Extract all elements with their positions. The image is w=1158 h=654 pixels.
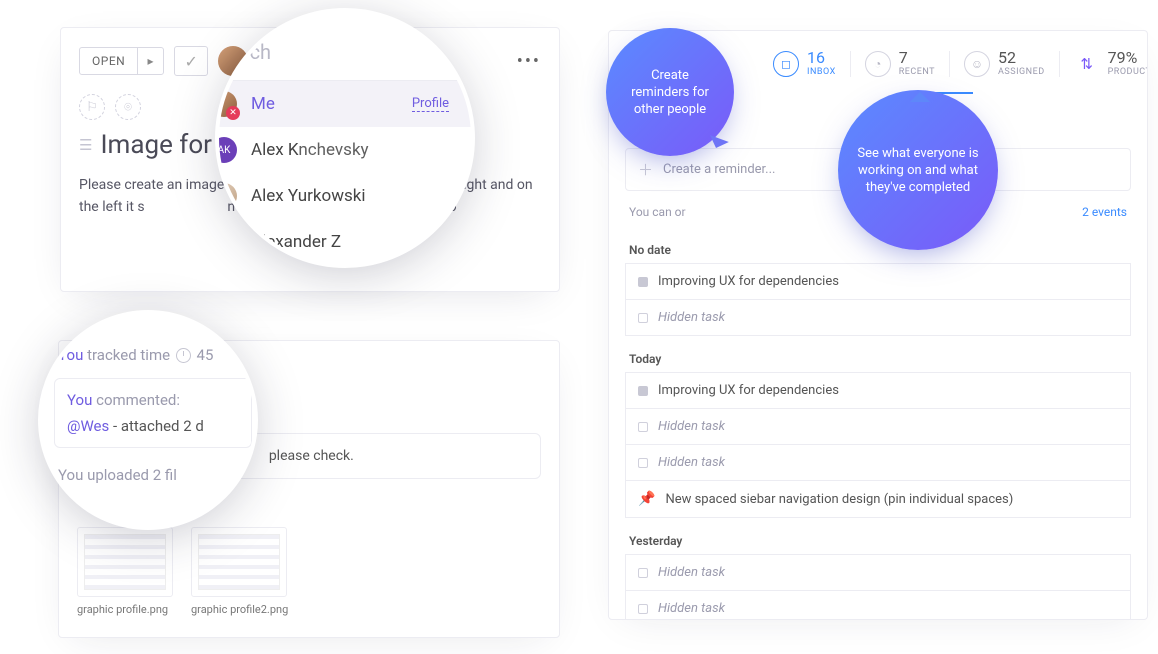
thumbnail-image: [77, 527, 173, 597]
attachment-thumbs: graphic profile.png graphic profile2.png: [77, 527, 541, 616]
checkbox-icon[interactable]: [638, 313, 648, 323]
thumbnail-caption: graphic profile.png: [77, 603, 173, 616]
person-name: Alexander Z: [251, 232, 475, 252]
task-text: Hidden task: [658, 419, 725, 434]
stat-recent[interactable]: ◔ 7RECENT: [850, 51, 949, 77]
person-name: Alex Yurkowski: [251, 186, 475, 206]
callout-bubble-activity: See what everyone is working on and what…: [838, 90, 998, 250]
clock-icon: ◔: [865, 51, 891, 77]
people-picker-lens: rch ✕ Me Profile ⟳ AK Alex Knchevsky Ale…: [215, 8, 475, 268]
task-row[interactable]: Improving UX for dependencies: [625, 263, 1131, 300]
hq-stats: ◻ 16INBOX ◔ 7RECENT ☺ 52ASSIGNED ⇅ 79%PR…: [759, 51, 1148, 77]
task-text: New spaced siebar navigation design (pin…: [665, 492, 1013, 507]
checkbox-icon[interactable]: [638, 458, 648, 468]
thumbnail-caption: graphic profile2.png: [191, 603, 287, 616]
remove-badge-icon[interactable]: ✕: [226, 106, 240, 120]
people-row[interactable]: Alex Yurkowski: [215, 173, 475, 219]
checkbox-icon[interactable]: [638, 422, 648, 432]
people-row[interactable]: AK Alex Knchevsky: [215, 127, 475, 173]
create-reminder-placeholder: Create a reminder...: [663, 162, 775, 177]
status-open-button[interactable]: OPEN ▸: [79, 47, 164, 75]
task-row[interactable]: 📌 New spaced siebar navigation design (pi…: [625, 481, 1131, 518]
checkbox-icon[interactable]: [638, 568, 648, 578]
avatar: AZ: [215, 229, 237, 255]
attachment-thumb[interactable]: graphic profile2.png: [191, 527, 287, 616]
people-row[interactable]: AZ Alexander Z: [215, 219, 475, 265]
mention[interactable]: @Wes: [67, 417, 109, 435]
thumbnail-image: [191, 527, 287, 597]
task-row[interactable]: Hidden task: [625, 409, 1131, 445]
pin-icon: 📌: [638, 491, 655, 507]
events-link[interactable]: 2 events: [1082, 205, 1127, 219]
complete-check-button[interactable]: ✓: [174, 46, 208, 76]
person-name: Alex Knchevsky: [251, 140, 475, 160]
task-row[interactable]: Hidden task: [625, 445, 1131, 481]
user-icon: ☺: [964, 51, 990, 77]
avatar: [215, 183, 237, 209]
task-text: Hidden task: [658, 565, 725, 580]
more-menu-icon[interactable]: •••: [517, 51, 541, 72]
activity-lens: You tracked time 45 You commented: @Wes …: [38, 310, 258, 530]
profile-link[interactable]: Profile: [412, 96, 449, 112]
status-open-label: OPEN: [80, 48, 137, 74]
task-text: Hidden task: [658, 455, 725, 470]
stat-assigned[interactable]: ☺ 52ASSIGNED: [949, 51, 1059, 77]
subtask-tree-icon: ☰: [79, 136, 92, 154]
task-text: Hidden task: [658, 601, 725, 616]
stat-inbox[interactable]: ◻ 16INBOX: [759, 51, 850, 77]
task-row[interactable]: Improving UX for dependencies: [625, 372, 1131, 409]
checkbox-icon[interactable]: [638, 604, 648, 614]
person-name: Me: [251, 94, 398, 114]
clock-icon: [176, 348, 191, 363]
people-row-me[interactable]: ✕ Me Profile ⟳: [215, 81, 475, 127]
avatar: AK: [215, 137, 237, 163]
task-text: Improving UX for dependencies: [658, 274, 839, 289]
attachment-thumb[interactable]: graphic profile.png: [77, 527, 173, 616]
up-down-icon: ⇅: [1074, 51, 1100, 77]
add-tag-icon[interactable]: ⌾: [115, 94, 141, 120]
callout-bubble-reminders: Create reminders for other people: [606, 28, 734, 156]
tracked-time-line: You tracked time 45: [48, 342, 258, 368]
people-search-row[interactable]: rch: [215, 32, 475, 81]
task-text: Hidden task: [658, 310, 725, 325]
task-row[interactable]: Hidden task: [625, 300, 1131, 336]
stat-productive[interactable]: ⇅ 79%PRODUCTIVE: [1059, 51, 1148, 77]
task-row[interactable]: Hidden task: [625, 554, 1131, 591]
task-row[interactable]: Hidden task: [625, 591, 1131, 620]
uploaded-line: You uploaded 2 fil: [48, 462, 258, 488]
section-label: Today: [609, 342, 1147, 372]
checkbox-icon[interactable]: [638, 386, 648, 396]
avatar: ✕: [215, 91, 237, 117]
checkbox-icon[interactable]: [638, 277, 648, 287]
task-text: Improving UX for dependencies: [658, 383, 839, 398]
plus-icon: ＋: [638, 159, 653, 180]
inbox-icon: ◻: [773, 51, 799, 77]
comment-entry: You commented: @Wes - attached 2 d: [54, 378, 252, 448]
status-caret-icon[interactable]: ▸: [137, 48, 163, 74]
section-label: Yesterday: [609, 524, 1147, 554]
search-placeholder: rch: [243, 40, 271, 64]
add-tag-icon[interactable]: ⚐: [79, 94, 105, 120]
